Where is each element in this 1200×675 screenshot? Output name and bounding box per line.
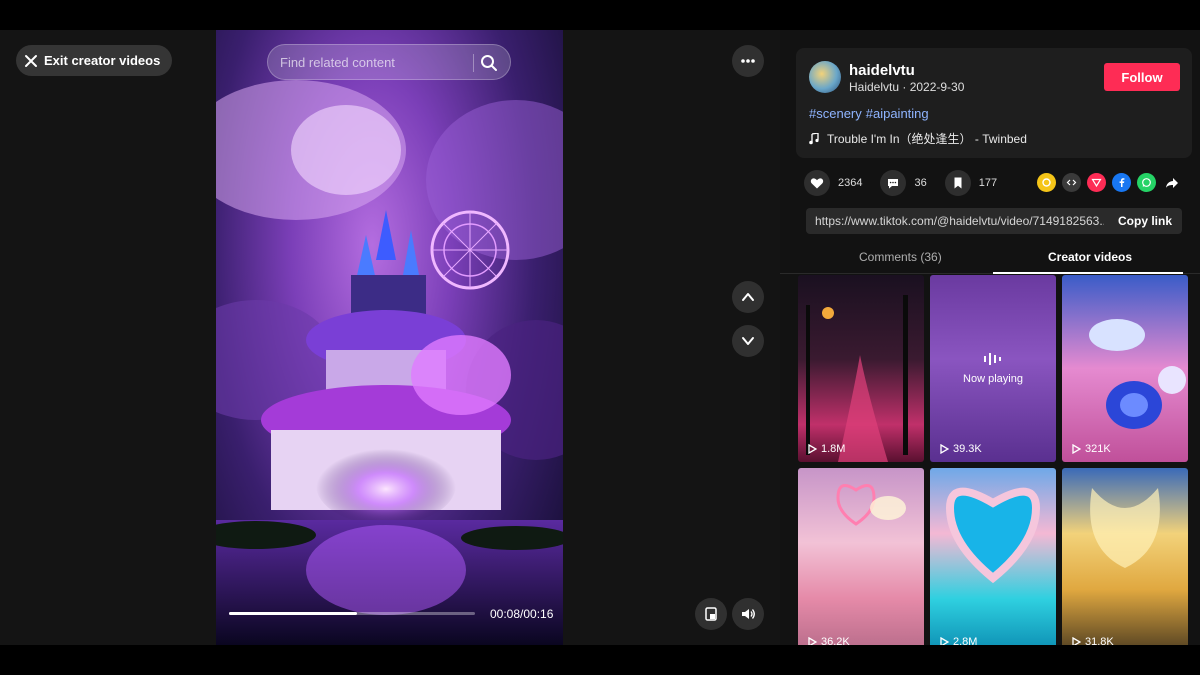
search-divider	[473, 54, 474, 72]
tab-creator-videos[interactable]: Creator videos	[1048, 250, 1132, 264]
avatar[interactable]	[809, 61, 841, 93]
thumbnail-art	[945, 487, 1041, 584]
action-bar: 2364 36 177	[804, 170, 1005, 196]
play-icon	[1072, 444, 1081, 454]
view-count-text: 321K	[1085, 443, 1111, 455]
view-count-text: 1.8M	[821, 443, 846, 455]
comment-action[interactable]: 36	[880, 170, 927, 196]
save-count: 177	[978, 177, 998, 189]
facebook-icon[interactable]	[1112, 173, 1131, 192]
video-player[interactable]: 00:08/00:16	[216, 30, 563, 645]
floating-player-button[interactable]	[695, 598, 727, 630]
volume-icon	[742, 609, 755, 619]
hashtag-link[interactable]: #aipainting	[866, 106, 929, 121]
bookmark-icon	[954, 177, 962, 189]
search-input[interactable]	[280, 54, 470, 70]
thumbnail-art	[1089, 319, 1186, 429]
share-icons	[1037, 173, 1181, 192]
video-thumbnail[interactable]: 321K	[1062, 275, 1188, 462]
thumbnail-art	[836, 484, 906, 526]
embed-icon[interactable]	[1062, 173, 1081, 192]
play-icon	[940, 637, 949, 645]
view-count-text: 36.2K	[821, 636, 850, 645]
audio-bars-icon	[984, 353, 1001, 365]
exit-creator-videos-button[interactable]: Exit creator videos	[16, 45, 173, 76]
app-frame: Exit creator videos Find related content…	[0, 30, 1200, 645]
view-count: 31.8K	[1071, 636, 1114, 645]
more-icon	[741, 59, 755, 63]
playback-time: 00:08/00:16	[490, 607, 554, 621]
active-tab-indicator	[993, 272, 1183, 274]
now-playing-indicator: Now playing	[930, 351, 1056, 385]
play-icon	[940, 444, 949, 454]
video-thumbnail[interactable]: 36.2K	[798, 468, 924, 645]
close-icon	[25, 54, 37, 67]
author-meta: Haidelvtu · 2022-9-30	[849, 80, 965, 94]
tab-comments[interactable]: Comments (36)	[859, 250, 942, 264]
comment-count: 36	[914, 177, 927, 189]
view-count-text: 39.3K	[953, 443, 982, 455]
chevron-up-icon	[742, 293, 754, 301]
video-frame-art	[216, 80, 563, 645]
play-icon	[1072, 637, 1081, 645]
related-search-bar[interactable]	[267, 44, 511, 80]
video-thumbnail[interactable]: 1.8M	[798, 275, 924, 462]
view-count: 36.2K	[807, 636, 850, 645]
author-card: haidelvtu Haidelvtu · 2022-9-30 Follow #…	[796, 48, 1192, 158]
volume-button[interactable]	[732, 598, 764, 630]
thumbnail-art	[806, 295, 908, 462]
thumbnail-art	[1090, 488, 1160, 568]
share-arrow-icon[interactable]	[1162, 173, 1181, 192]
progress-fill	[229, 612, 357, 615]
video-thumbnail-current[interactable]: Now playing 39.3K	[930, 275, 1056, 462]
copy-link-button[interactable]: Copy link	[1118, 214, 1172, 228]
progress-bar[interactable]	[229, 612, 475, 615]
music-note-icon	[809, 132, 819, 144]
panel-tabs: Comments (36) Creator videos	[780, 241, 1200, 274]
view-count-text: 31.8K	[1085, 636, 1114, 645]
heart-icon	[810, 178, 824, 189]
play-icon	[808, 637, 817, 645]
next-video-button[interactable]	[732, 325, 764, 357]
view-count: 39.3K	[939, 443, 982, 455]
more-options-button[interactable]	[732, 45, 764, 77]
music-title: Trouble I'm In（绝处逢生） - Twinbed	[827, 132, 1027, 146]
music-info[interactable]: Trouble I'm In（绝处逢生） - Twinbed	[809, 130, 1027, 147]
search-icon[interactable]	[480, 54, 498, 72]
copy-link-bar: https://www.tiktok.com/@haidelvtu/video/…	[806, 208, 1182, 234]
view-count: 1.8M	[807, 443, 845, 455]
previous-video-button[interactable]	[732, 281, 764, 313]
hashtag-link[interactable]: #scenery	[809, 106, 862, 121]
follow-button[interactable]: Follow	[1104, 63, 1180, 91]
send-icon[interactable]	[1087, 173, 1106, 192]
chevron-down-icon	[742, 337, 754, 345]
hashtags: #scenery #aipainting	[809, 106, 929, 121]
save-action[interactable]: 177	[944, 170, 998, 196]
video-url[interactable]: https://www.tiktok.com/@haidelvtu/video/…	[806, 214, 1104, 228]
video-thumbnail[interactable]: 31.8K	[1062, 468, 1188, 645]
now-playing-label: Now playing	[963, 373, 1023, 385]
creator-video-grid: 1.8M Now playing 39.3K 321K 36.2K 2.8M 3…	[798, 275, 1188, 645]
view-count: 2.8M	[939, 636, 977, 645]
view-count: 321K	[1071, 443, 1111, 455]
video-thumbnail[interactable]: 2.8M	[930, 468, 1056, 645]
username[interactable]: haidelvtu	[849, 62, 915, 79]
coin-share-icon[interactable]	[1037, 173, 1056, 192]
whatsapp-icon[interactable]	[1137, 173, 1156, 192]
like-count: 2364	[838, 177, 863, 189]
video-stage: Exit creator videos Find related content…	[0, 30, 780, 645]
play-icon	[808, 444, 817, 454]
comment-icon	[888, 179, 899, 189]
exit-label: Exit creator videos	[44, 53, 161, 68]
like-action[interactable]: 2364	[804, 170, 862, 196]
floating-player-icon	[705, 607, 717, 621]
view-count-text: 2.8M	[953, 636, 978, 645]
side-panel: haidelvtu Haidelvtu · 2022-9-30 Follow #…	[780, 30, 1200, 645]
